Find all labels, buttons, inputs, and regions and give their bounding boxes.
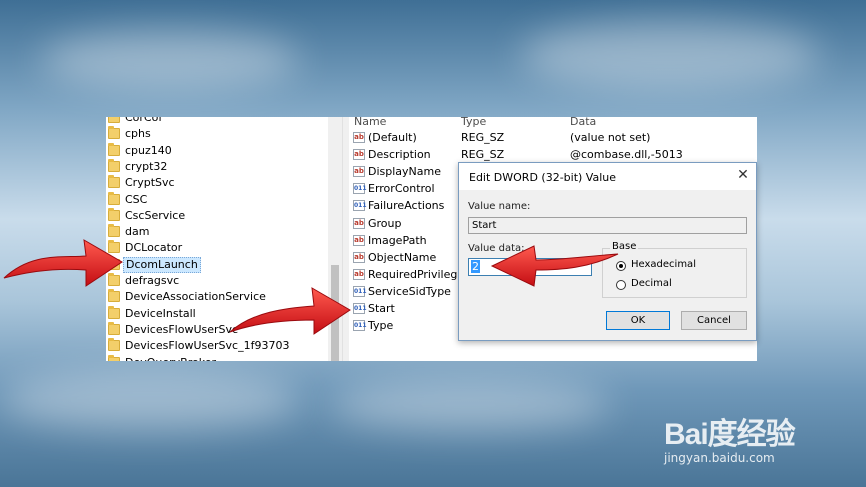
tree-item-label: CSC: [125, 192, 148, 206]
binary-value-icon: 011: [353, 303, 367, 314]
tree-item-label: cpuz140: [125, 143, 172, 157]
value-data: (value not set): [570, 131, 651, 144]
value-name: FailureActions: [368, 199, 445, 213]
tree-item-label: CscService: [125, 208, 186, 222]
value-type: REG_SZ: [461, 148, 505, 162]
tree-item[interactable]: cpuz140: [106, 142, 331, 159]
tree-item-label: DeviceInstall: [125, 306, 196, 320]
background-cloud: [40, 30, 300, 90]
string-value-icon: ab: [353, 251, 365, 263]
arrow-to-start-value-icon: [229, 287, 351, 335]
tree-item-label: DevicesFlowUserSvc_1f93703: [125, 339, 290, 353]
value-row[interactable]: ab (Default) REG_SZ (value not set): [348, 129, 757, 146]
tree-item-label: CryptSvc: [125, 176, 175, 190]
value-name: Description: [368, 148, 431, 162]
tree-item[interactable]: DCLocator: [106, 240, 331, 256]
background-cloud: [520, 20, 820, 90]
tree-item[interactable]: CryptSvc: [106, 175, 331, 191]
binary-value-icon: 011: [353, 200, 367, 212]
arrow-to-dcomlaunch-icon: [3, 239, 123, 287]
arrow-to-value-data-icon: [490, 245, 619, 287]
value-name: (Default): [368, 131, 417, 144]
string-value-icon: ab: [353, 166, 365, 178]
value-name: Start: [368, 302, 395, 315]
background-cloud: [330, 380, 610, 430]
binary-value-icon: 011: [353, 320, 367, 332]
value-name-label: Value name:: [468, 201, 531, 212]
tree-item-label: dam: [125, 225, 150, 239]
column-header-data[interactable]: Data: [570, 117, 596, 128]
tree-item-label: DevQueryBroker: [123, 355, 218, 362]
cancel-button[interactable]: Cancel: [681, 311, 747, 330]
string-value-icon: ab: [353, 217, 365, 229]
folder-icon: [108, 321, 120, 335]
value-name-field: Start: [468, 217, 747, 234]
ok-button[interactable]: OK: [606, 311, 670, 330]
value-name: ImagePath: [368, 233, 427, 247]
tree-item[interactable]: cphs: [106, 126, 331, 142]
folder-icon: [108, 117, 120, 123]
folder-icon: [108, 175, 120, 189]
baidu-jingyan-watermark: Bai度经验 jingyan.baidu.com: [664, 395, 854, 470]
tree-item-label: DevicesFlowUserSvc: [125, 322, 239, 336]
tree-item[interactable]: dam: [106, 224, 331, 240]
tree-item[interactable]: crypt32: [106, 158, 331, 175]
value-type: REG_SZ: [461, 131, 505, 144]
value-name: Group: [368, 216, 402, 230]
value-row[interactable]: ab Description REG_SZ @combase.dll,-5013: [348, 146, 757, 163]
tree-item[interactable]: DcomLaunch: [106, 256, 331, 273]
hexadecimal-label[interactable]: Hexadecimal: [631, 259, 696, 270]
value-data-text: 2: [471, 260, 480, 273]
string-value-icon: ab: [353, 132, 365, 143]
watermark-url: jingyan.baidu.com: [664, 451, 775, 465]
value-name: DisplayName: [368, 165, 441, 179]
tree-item[interactable]: DevicesFlowUserSvc_1f93703: [106, 338, 331, 354]
tree-item[interactable]: DevQueryBroker: [106, 354, 331, 362]
column-header-name[interactable]: Name: [354, 117, 386, 128]
folder-icon: [108, 191, 120, 205]
watermark-logo: Bai度经验: [664, 418, 796, 451]
folder-icon: [108, 126, 120, 140]
close-icon[interactable]: ✕: [735, 167, 751, 183]
tree-item-label: cphs: [125, 127, 151, 141]
background-cloud: [0, 370, 300, 430]
dialog-title: Edit DWORD (32-bit) Value: [469, 171, 617, 184]
value-name: Type: [368, 319, 394, 333]
base-group: Base Hexadecimal Decimal: [602, 241, 747, 298]
tree-item-label: DcomLaunch: [123, 256, 201, 273]
binary-value-icon: 011: [353, 183, 367, 195]
folder-icon: [108, 305, 120, 319]
value-data: @combase.dll,-5013: [570, 148, 683, 162]
value-name: RequiredPrivileg...: [368, 267, 468, 281]
tree-item-label: DCLocator: [125, 241, 183, 255]
string-value-icon: ab: [353, 149, 365, 161]
tree-item-label: crypt32: [125, 159, 168, 173]
string-value-icon: ab: [353, 268, 365, 280]
value-name: ServiceSidType: [368, 284, 451, 298]
string-value-icon: ab: [353, 234, 365, 246]
tree-item-label: CorCof: [125, 117, 163, 124]
tree-item[interactable]: CorCof: [106, 117, 331, 126]
folder-icon: [108, 207, 120, 221]
value-name: ObjectName: [368, 250, 437, 264]
folder-icon: [108, 354, 120, 361]
tree-item[interactable]: CscService: [106, 207, 331, 224]
tree-item-label: defragsvc: [125, 274, 180, 287]
value-name: ErrorControl: [368, 182, 435, 196]
binary-value-icon: 011: [353, 285, 367, 297]
column-header-type[interactable]: Type: [461, 117, 486, 128]
decimal-label[interactable]: Decimal: [631, 278, 672, 289]
folder-icon: [108, 142, 120, 156]
folder-icon: [108, 289, 120, 303]
folder-icon: [108, 338, 120, 352]
folder-icon: [108, 158, 120, 172]
tree-item[interactable]: CSC: [106, 191, 331, 208]
